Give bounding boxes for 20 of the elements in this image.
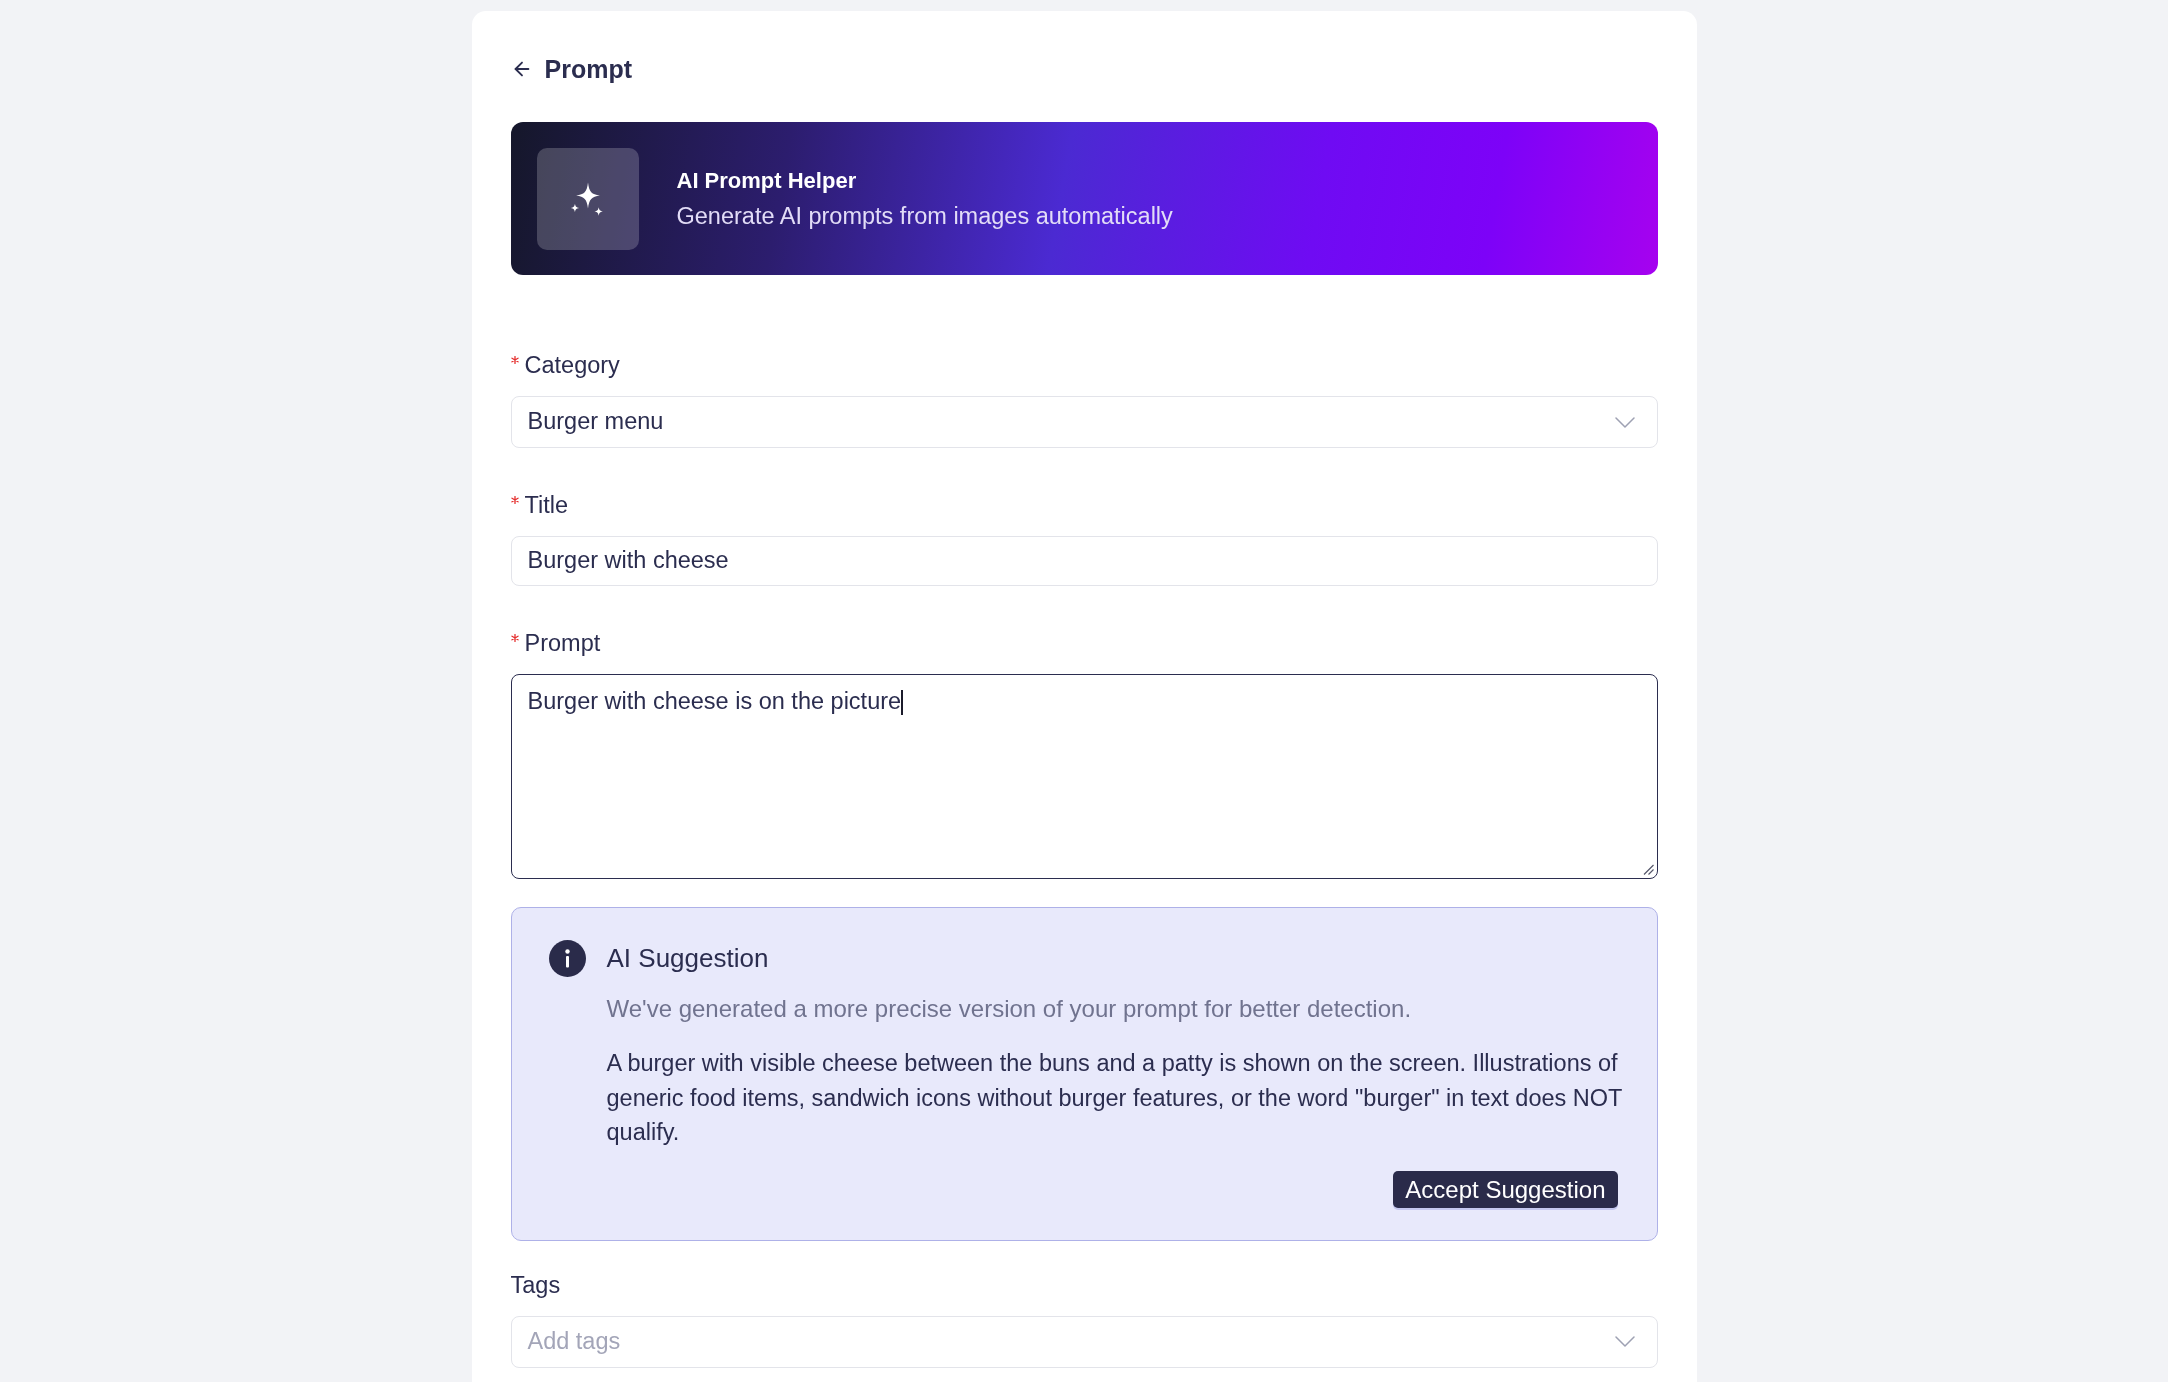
field-label: Tags — [510, 1270, 561, 1300]
page-title: Prompt — [544, 54, 632, 85]
textarea-field[interactable]: Burger with cheese is on the picture — [510, 674, 1658, 879]
sparkles-icon — [536, 147, 639, 250]
text-cursor-icon — [901, 690, 904, 716]
select-field[interactable]: Burger menu — [510, 396, 1658, 448]
text-input[interactable]: Burger with cheese — [510, 536, 1658, 586]
suggestion-description: We've generated a more precise version of your prompt for better detection. — [606, 994, 1413, 1024]
banner-subtitle: Generate AI prompts from images automatically — [676, 202, 1173, 231]
info-icon — [548, 940, 586, 977]
resize-grip-icon[interactable] — [1642, 864, 1654, 875]
banner-title: AI Prompt Helper — [676, 167, 858, 195]
accept-suggestion-button[interactable]: Accept Suggestion — [1393, 1170, 1618, 1208]
field-label: Title — [524, 491, 569, 520]
field-label: Category — [524, 351, 620, 380]
chevron-down-icon — [1614, 1336, 1635, 1348]
field-label: Prompt — [524, 629, 601, 658]
chevron-down-icon — [1614, 416, 1635, 428]
suggestion-title: AI Suggestion — [606, 942, 770, 975]
suggestion-text: A burger with visible cheese between the buns and a patty is shown on the screen. Illustrations of generic food items, sandwich icons without burger features, or the word "burger" in text does NOT qualify. — [606, 1049, 1623, 1148]
